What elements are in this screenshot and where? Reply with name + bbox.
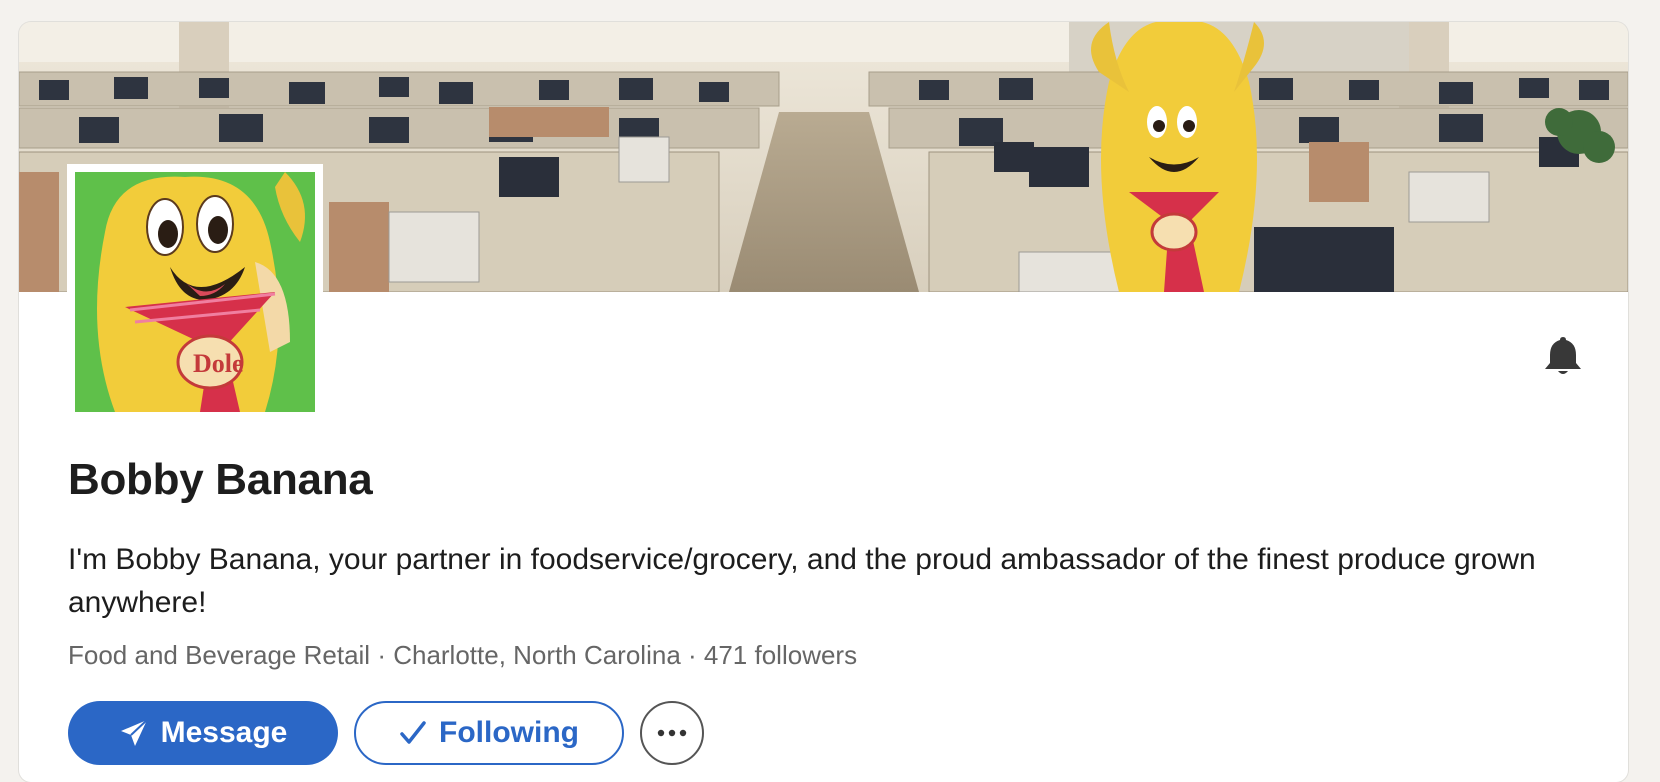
- more-actions-button[interactable]: [640, 701, 704, 765]
- ellipsis-icon: [657, 729, 687, 737]
- meta-separator: ·: [370, 640, 394, 670]
- following-button[interactable]: Following: [354, 701, 624, 765]
- message-button[interactable]: Message: [68, 701, 338, 765]
- followers-count[interactable]: 471 followers: [704, 640, 857, 670]
- company-logo-frame: Dole: [67, 164, 323, 420]
- avatar[interactable]: Dole: [75, 172, 315, 412]
- company-tagline: I'm Bobby Banana, your partner in foodse…: [68, 543, 1536, 619]
- location-label: Charlotte, North Carolina: [393, 640, 681, 670]
- dole-logo-text: Dole: [193, 349, 244, 378]
- company-profile-card: Dole Bobby Banana I'm Bobby Banana, your…: [19, 22, 1628, 782]
- message-button-label: Message: [160, 716, 288, 749]
- company-meta: Food and Beverage Retail · Charlotte, No…: [68, 640, 857, 671]
- send-icon: [119, 718, 149, 748]
- notifications-bell-button[interactable]: [1541, 334, 1585, 378]
- industry-label: Food and Beverage Retail: [68, 640, 371, 670]
- following-button-label: Following: [439, 716, 579, 749]
- bell-icon: [1545, 337, 1581, 374]
- page-title: Bobby Banana: [68, 455, 373, 504]
- checkmark-icon: [399, 719, 427, 747]
- meta-separator: ·: [680, 640, 704, 670]
